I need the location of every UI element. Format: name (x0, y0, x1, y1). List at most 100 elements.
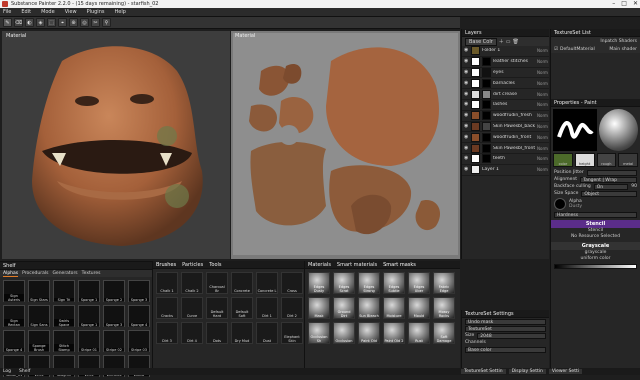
channel-select[interactable]: Base Colr (465, 37, 497, 46)
mat-item-tile[interactable]: Sun Bleach (358, 297, 380, 319)
brush-item-tile[interactable]: Chalk 1 (156, 272, 178, 294)
color-channel-button[interactable]: color (553, 153, 573, 167)
grayscale-slider[interactable] (554, 264, 637, 269)
mat-item-tile[interactable]: Edges Scrat (333, 272, 355, 294)
layer-row[interactable]: ◉ woodfrudin_fresh Norm (462, 111, 549, 122)
shelf-item-tile[interactable]: Sponge 4 (3, 330, 25, 352)
layer-row[interactable]: ◉ teeth Norm (462, 154, 549, 165)
bake-icon[interactable]: ◎ (80, 18, 89, 27)
delete-layer-icon[interactable]: 🗑 (513, 39, 519, 45)
mat-item-tile[interactable]: Rust (408, 322, 430, 344)
mat-item-tile[interactable]: Edges Strong (358, 272, 380, 294)
layer-row[interactable]: ◉ leather stitches Norm (462, 57, 549, 68)
shelf-item-tile[interactable]: Swirls Space (53, 305, 75, 327)
layer-blend[interactable]: Norm (537, 146, 549, 151)
shelf-item-tile[interactable]: Stripe 01 (78, 330, 100, 352)
position-jitter-slider[interactable] (586, 169, 637, 176)
close-button[interactable]: ✕ (633, 0, 638, 8)
size-select[interactable]: 2048 (477, 332, 546, 339)
eye-icon[interactable]: ◉ (464, 156, 469, 161)
layer-row[interactable]: ◉ woodfrudin_front Norm (462, 132, 549, 144)
mat-item-tile[interactable]: Ground Dirt (333, 297, 355, 319)
mat-item-tile[interactable]: Moisture (383, 297, 405, 319)
tab-tools[interactable]: Tools (209, 262, 221, 268)
shelf-item-tile[interactable]: Sign Tri (53, 280, 75, 302)
brush-item-tile[interactable]: Dust (256, 322, 278, 344)
log-tab[interactable]: Log (3, 369, 11, 374)
viewport-2d[interactable]: Material (231, 31, 460, 259)
grayscale-header[interactable]: Grayscale (551, 242, 640, 250)
textureset-row[interactable]: ☑ DefaultMaterial Main shader (551, 45, 640, 53)
clone-tool-icon[interactable]: ⌖ (58, 18, 67, 27)
alignment-select[interactable]: Tangent | Wrap (580, 176, 637, 183)
backface-select[interactable]: On (593, 183, 629, 190)
rough-channel-button[interactable]: rough (596, 153, 617, 167)
menu-mode[interactable]: Mode (41, 9, 55, 15)
layer-blend[interactable]: Norm (537, 92, 549, 97)
tab-materials[interactable]: Materials (308, 262, 331, 268)
eye-icon[interactable]: ◉ (464, 48, 469, 53)
mat-item-tile[interactable]: Edges Dusty (308, 272, 330, 294)
brush-item-tile[interactable]: Dirt 1 (256, 297, 278, 319)
tab-generators[interactable]: Generators (52, 271, 77, 276)
shelf-item-tile[interactable]: Sponge 2 (103, 280, 125, 302)
layer-row[interactable]: ◉ Folder 1 Norm (462, 46, 549, 57)
layer-blend[interactable]: Norm (537, 167, 549, 172)
layer-row[interactable]: ◉ Skin Pawesbl_back Norm (462, 121, 549, 133)
tab-textures[interactable]: Textures (82, 271, 101, 276)
brush-item-tile[interactable]: Elephant Skin (281, 322, 303, 344)
eye-icon[interactable]: ◉ (464, 69, 469, 75)
menu-plugins[interactable]: Plugins (87, 9, 105, 15)
mat-item-tile[interactable]: Mossy Rocks (433, 297, 455, 319)
brush-item-tile[interactable]: Dirt 3 (156, 322, 178, 344)
shelf-item-tile[interactable]: Sponge 1 (78, 280, 100, 302)
shelf-item-tile[interactable]: Sponge 4 (128, 305, 150, 327)
tab-textureset-settings[interactable]: TextureSet Settin (461, 369, 506, 374)
eye-icon[interactable]: ◉ (464, 145, 469, 151)
shelf-item-tile[interactable]: Sponge Brush (28, 330, 50, 352)
brush-item-tile[interactable]: Concrete L (256, 272, 278, 294)
menu-view[interactable]: View (65, 9, 77, 15)
brush-item-tile[interactable]: Charcoal Br (206, 272, 228, 294)
menu-edit[interactable]: Edit (21, 9, 31, 15)
tab-viewer-settings[interactable]: Viewer Setti (548, 369, 582, 374)
layer-row[interactable]: ◉ Layer 1 Norm (462, 165, 549, 176)
layer-blend[interactable]: Norm (537, 124, 549, 129)
layer-blend[interactable]: Norm (537, 48, 549, 53)
channel-item[interactable]: Base color (465, 346, 546, 353)
layer-row[interactable]: ◉ Skin Pawesbl_front Norm (462, 143, 549, 154)
tab-particles[interactable]: Particles (182, 262, 203, 268)
layer-blend[interactable]: Norm (537, 70, 549, 75)
shader-select[interactable]: Main shader (609, 47, 637, 52)
mat-item-tile[interactable]: Edges Subtle (383, 272, 405, 294)
projection-tool-icon[interactable]: ◐ (25, 18, 34, 27)
mat-item-tile[interactable]: Paint Old 2 (383, 322, 405, 344)
settings-icon[interactable]: ⚲ (102, 18, 111, 27)
tab-procedurals[interactable]: Procedurals (22, 271, 48, 276)
layer-row[interactable]: ◉ lashes Norm (462, 100, 549, 111)
eye-icon[interactable]: ◉ (464, 102, 469, 107)
layer-blend[interactable]: Norm (537, 59, 549, 64)
mat-item-tile[interactable]: Edges Uber (408, 272, 430, 294)
layer-row[interactable]: ◉ eyes Norm (462, 67, 549, 79)
mat-item-tile[interactable]: Occlusion Sh (308, 322, 330, 344)
tab-smart-materials[interactable]: Smart materials (337, 262, 377, 268)
shelf-item-tile[interactable]: Sponge 1 (78, 305, 100, 327)
layer-blend[interactable]: Norm (537, 156, 549, 161)
viewport-3d[interactable]: Material xyz (2, 31, 230, 273)
layer-row[interactable]: ◉ barnacles Norm (462, 78, 549, 90)
stencil-header[interactable]: Stencil (551, 220, 640, 228)
layer-blend[interactable]: Norm (537, 81, 549, 86)
brush-item-tile[interactable]: Dry Mud (231, 322, 253, 344)
mat-item-tile[interactable]: Mould (408, 297, 430, 319)
brush-item-tile[interactable]: Default Hard (206, 297, 228, 319)
add-layer-icon[interactable]: ＋ (499, 38, 504, 45)
menu-help[interactable]: Help (114, 9, 125, 15)
shaders-button[interactable]: Inpatch Shaders (600, 39, 637, 44)
brush-item-tile[interactable]: Cross (281, 272, 303, 294)
cut-icon[interactable]: ✂ (91, 18, 100, 27)
check-icon[interactable]: ☑ (554, 47, 558, 52)
shelf-item-tile[interactable]: Sign Stars (28, 280, 50, 302)
eye-icon[interactable]: ◉ (464, 59, 469, 64)
layer-row[interactable]: ◉ dirt crease Norm (462, 89, 549, 100)
